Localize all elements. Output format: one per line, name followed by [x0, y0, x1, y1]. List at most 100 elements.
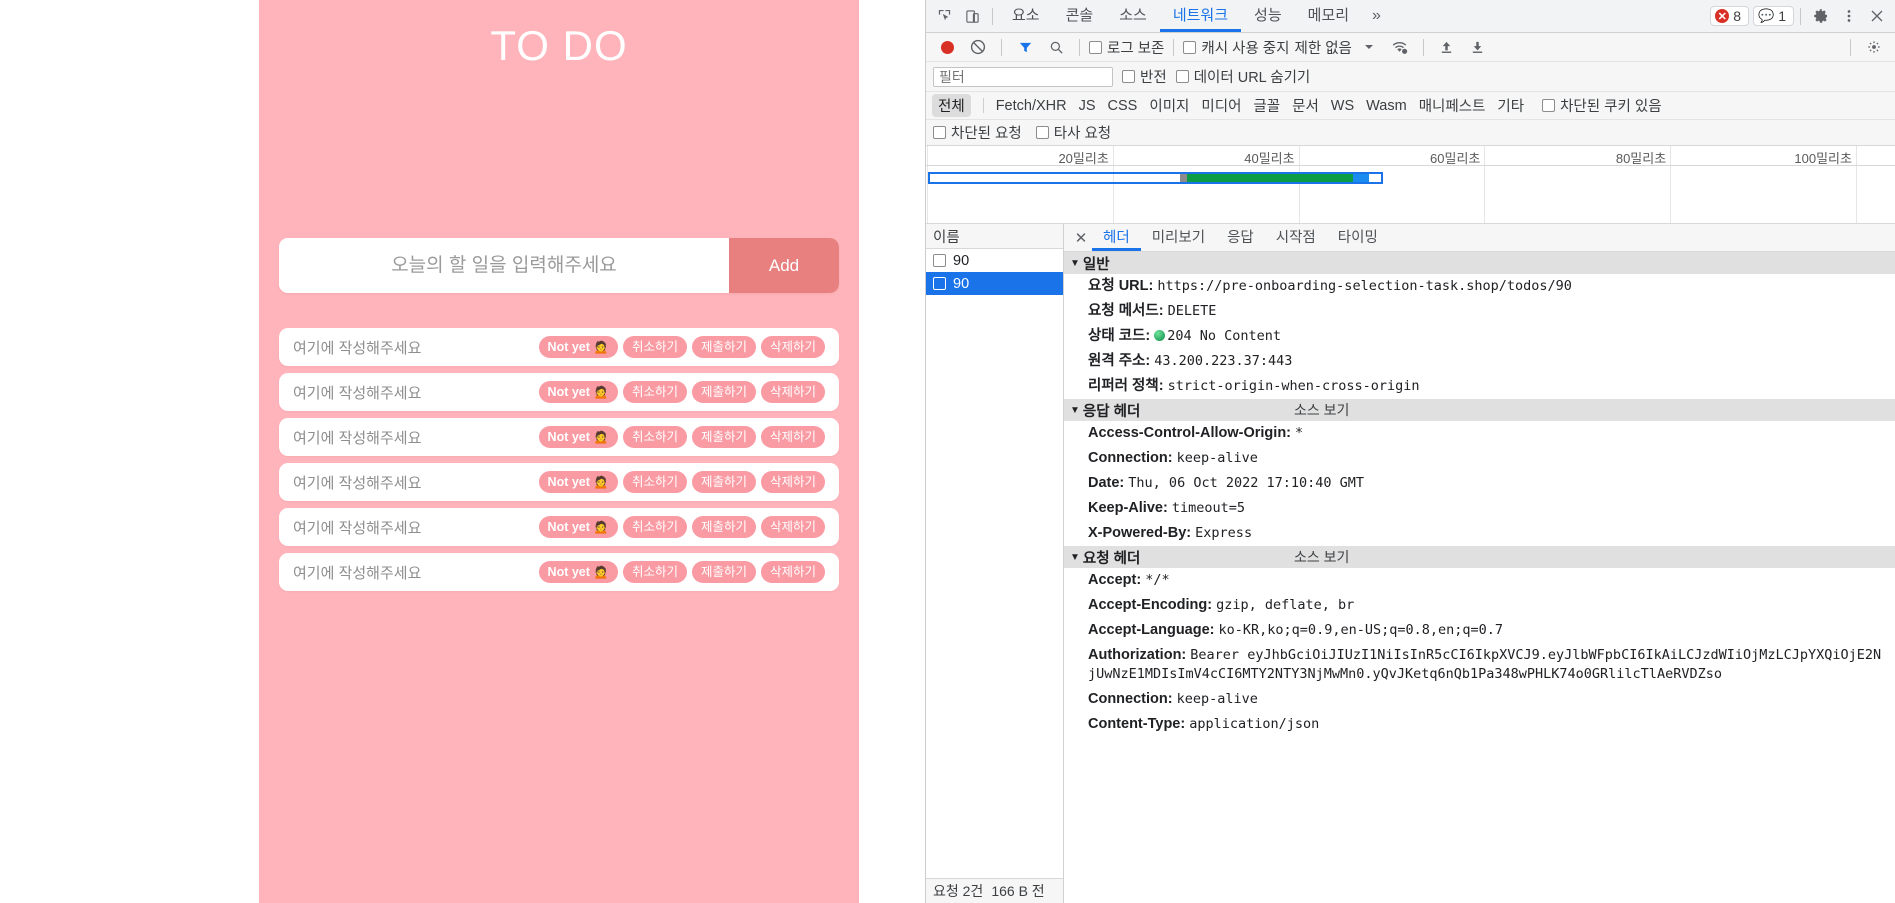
record-button[interactable] [933, 34, 961, 60]
tab-performance[interactable]: 성능 [1241, 0, 1295, 32]
detail-tab-headers[interactable]: 헤더 [1092, 224, 1141, 251]
request-list-column-header[interactable]: 이름 [926, 224, 1063, 249]
type-filter-item[interactable]: 미디어 [1201, 95, 1241, 116]
detail-tab-preview[interactable]: 미리보기 [1141, 224, 1216, 251]
invert-checkbox[interactable]: 반전 [1122, 66, 1167, 87]
type-filter-all[interactable]: 전체 [932, 94, 971, 117]
detail-tab-timing[interactable]: 타이밍 [1327, 224, 1389, 251]
type-filter-js[interactable]: JS [1079, 98, 1096, 114]
todo-delete-button[interactable]: 삭제하기 [760, 335, 825, 359]
header-key: Accept-Language: [1088, 622, 1215, 638]
request-list-panel: 이름 90 90 요청 2건 166 B 전 [926, 224, 1064, 903]
type-filter-css[interactable]: CSS [1108, 98, 1138, 114]
add-todo-button[interactable]: Add [729, 238, 839, 293]
timeline-divider [926, 165, 1895, 166]
network-conditions-icon[interactable] [1386, 34, 1414, 60]
todo-submit-button[interactable]: 제출하기 [691, 470, 756, 494]
tab-sources[interactable]: 소스 [1106, 0, 1160, 32]
request-row[interactable]: 90 [926, 249, 1063, 272]
close-detail-icon[interactable]: ✕ [1070, 229, 1092, 247]
todo-status-chip[interactable]: Not yet 🙍 [538, 380, 618, 404]
header-key: 상태 코드: [1088, 328, 1151, 344]
todo-delete-button[interactable]: 삭제하기 [760, 425, 825, 449]
disable-cache-checkbox[interactable]: 캐시 사용 중지 [1183, 37, 1290, 58]
headers-section-title[interactable]: ▼ 응답 헤더 소스 보기 [1064, 399, 1895, 421]
search-icon[interactable] [1042, 34, 1070, 60]
type-filter-wasm[interactable]: Wasm [1366, 98, 1407, 114]
todo-delete-button[interactable]: 삭제하기 [760, 470, 825, 494]
todo-submit-button[interactable]: 제출하기 [691, 335, 756, 359]
todo-status-chip[interactable]: Not yet 🙍 [538, 335, 618, 359]
todo-status-chip[interactable]: Not yet 🙍 [538, 515, 618, 539]
todo-cancel-button[interactable]: 취소하기 [622, 335, 687, 359]
has-blocked-cookies-label: 차단된 쿠키 있음 [1560, 99, 1662, 115]
close-icon[interactable] [1863, 3, 1891, 29]
tab-memory[interactable]: 메모리 [1295, 0, 1362, 32]
type-filter-ws[interactable]: WS [1331, 98, 1354, 114]
error-count-badge[interactable]: ✕ 8 [1710, 6, 1750, 26]
clear-button[interactable] [964, 34, 992, 60]
request-detail-panel: ✕ 헤더 미리보기 응답 시작점 타이밍 ▼ 일반 요청 URL: https://… [1064, 224, 1895, 903]
headers-section-title[interactable]: ▼ 일반 [1064, 252, 1895, 274]
type-filter-item[interactable]: 글꼴 [1253, 95, 1280, 116]
preserve-log-checkbox[interactable]: 로그 보존 [1089, 37, 1164, 58]
type-filter-item[interactable]: 기타 [1497, 95, 1524, 116]
blocked-filters-row: 차단된 요청 타사 요청 [926, 120, 1895, 146]
more-tabs-icon[interactable]: » [1362, 7, 1391, 25]
type-filter-item[interactable]: 매니페스트 [1419, 95, 1486, 116]
filter-input[interactable] [933, 66, 1113, 87]
todo-cancel-button[interactable]: 취소하기 [622, 470, 687, 494]
todo-status-chip[interactable]: Not yet 🙍 [538, 425, 618, 449]
todo-delete-button[interactable]: 삭제하기 [760, 380, 825, 404]
blocked-requests-checkbox[interactable]: 차단된 요청 [933, 122, 1022, 143]
net-toolbar-divider-5 [1850, 38, 1851, 56]
gear-icon[interactable] [1807, 3, 1835, 29]
todo-cancel-button[interactable]: 취소하기 [622, 425, 687, 449]
todo-delete-button[interactable]: 삭제하기 [760, 560, 825, 584]
more-vertical-icon[interactable] [1835, 3, 1863, 29]
type-filter-fetchxhr[interactable]: Fetch/XHR [996, 98, 1067, 114]
inspect-element-icon[interactable] [930, 3, 958, 29]
tab-network[interactable]: 네트워크 [1159, 0, 1242, 32]
todo-cancel-button[interactable]: 취소하기 [622, 560, 687, 584]
todo-cancel-button[interactable]: 취소하기 [622, 380, 687, 404]
export-har-icon[interactable] [1464, 34, 1492, 60]
network-overview-timeline[interactable]: 20밀리초 40밀리초 60밀리초 80밀리초 100밀리초 [926, 146, 1895, 224]
detail-tab-initiator[interactable]: 시작점 [1265, 224, 1327, 251]
todo-text: 여기에 작성해주세요 [293, 474, 422, 492]
has-blocked-cookies-checkbox[interactable]: 차단된 쿠키 있음 [1542, 95, 1662, 116]
detail-tab-response[interactable]: 응답 [1216, 224, 1265, 251]
throttling-select[interactable]: 제한 없음 [1295, 37, 1352, 58]
filter-row: 반전 데이터 URL 숨기기 [926, 62, 1895, 92]
view-source-link[interactable]: 소스 보기 [1294, 400, 1349, 420]
todo-status-chip[interactable]: Not yet 🙍 [538, 560, 618, 584]
type-filter-item[interactable]: 이미지 [1149, 95, 1189, 116]
tab-console[interactable]: 콘솔 [1053, 0, 1107, 32]
timeline-segment-waiting [1187, 174, 1353, 182]
import-har-icon[interactable] [1433, 34, 1461, 60]
todo-submit-button[interactable]: 제출하기 [691, 515, 756, 539]
network-settings-icon[interactable] [1860, 34, 1888, 60]
todo-input[interactable] [279, 238, 729, 293]
todo-submit-button[interactable]: 제출하기 [691, 425, 756, 449]
todo-delete-button[interactable]: 삭제하기 [760, 515, 825, 539]
todo-cancel-button[interactable]: 취소하기 [622, 515, 687, 539]
tab-elements[interactable]: 요소 [999, 0, 1053, 32]
message-count-badge[interactable]: 💬 1 [1753, 6, 1794, 26]
summary-request-count: 요청 2건 [933, 883, 984, 899]
filter-icon[interactable] [1011, 34, 1039, 60]
chevron-down-icon[interactable] [1355, 34, 1383, 60]
third-party-requests-checkbox[interactable]: 타사 요청 [1035, 122, 1111, 143]
device-toolbar-icon[interactable] [958, 3, 986, 29]
todo-status-chip[interactable]: Not yet 🙍 [538, 470, 618, 494]
headers-section-title[interactable]: ▼ 요청 헤더 소스 보기 [1064, 546, 1895, 568]
request-row[interactable]: 90 [926, 272, 1063, 295]
hide-data-urls-checkbox[interactable]: 데이터 URL 숨기기 [1175, 66, 1310, 87]
todo-submit-button[interactable]: 제출하기 [691, 380, 756, 404]
todo-submit-button[interactable]: 제출하기 [691, 560, 756, 584]
view-source-link[interactable]: 소스 보기 [1294, 547, 1349, 567]
todo-row: 여기에 작성해주세요 Not yet 🙍 취소하기 제출하기 삭제하기 [279, 373, 839, 411]
header-value: ko-KR,ko;q=0.9,en-US;q=0.8,en;q=0.7 [1218, 622, 1504, 638]
request-name: 90 [953, 252, 970, 269]
type-filter-item[interactable]: 문서 [1292, 95, 1319, 116]
